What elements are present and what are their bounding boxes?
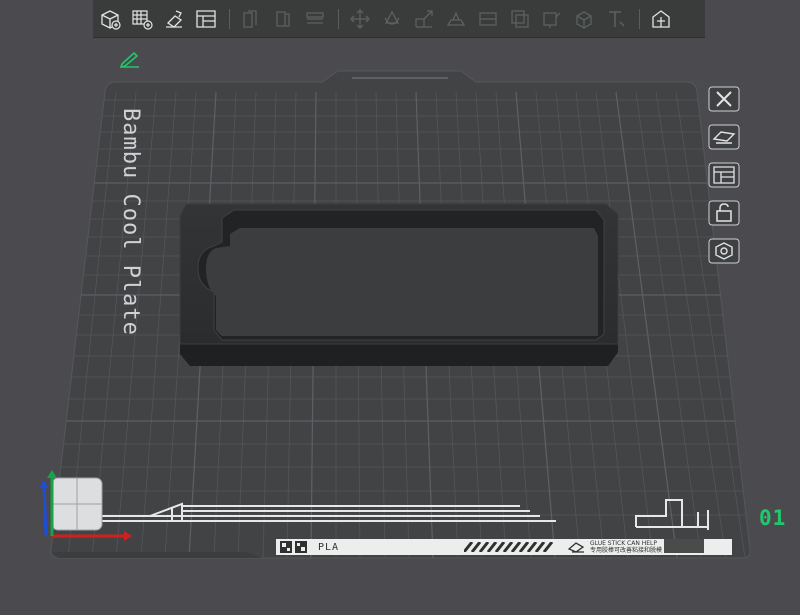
glue-stick-tip: GLUE STICK CAN HELP 专用胶棒可改善粘接和脱模 [590,540,662,554]
plate-settings-button[interactable] [708,124,740,150]
plate-settings-icon [708,124,740,150]
split-parts-icon [276,10,290,27]
lay-on-face-icon [446,10,466,26]
settings-hex-icon [708,238,740,264]
lock-plate-button[interactable] [708,200,740,226]
assembly-icon [652,9,670,28]
arrange-plate-icon [708,162,740,188]
add-object-button[interactable] [97,5,123,33]
move-button[interactable] [347,5,373,33]
boolean-icon [511,9,529,28]
toolbar-separator [338,8,339,29]
remove-plate-button[interactable] [708,86,740,112]
plate-side-toolbar [708,86,752,276]
rotate-button[interactable] [379,5,405,33]
toolbar-separator [229,8,230,29]
text-icon [609,10,625,27]
toolbar-separator [639,8,640,29]
move-icon [350,8,370,29]
boolean-button[interactable] [507,5,533,33]
support-paint-button[interactable] [539,5,565,33]
arrange-icon [196,9,216,28]
edit-plate-name-icon[interactable] [118,50,142,68]
scale-icon [415,9,433,28]
add-plate-button[interactable] [129,5,155,33]
layers-button[interactable] [302,5,328,33]
seam-paint-button[interactable] [571,5,597,33]
split-objects-button[interactable] [238,5,264,33]
auto-orient-button[interactable] [161,5,187,33]
add-object-icon [101,9,121,30]
plate-brand-label: Bambu Cool Plate [118,108,143,336]
hatch-pattern-icon [464,542,554,552]
plate-number[interactable]: 01 [759,506,786,530]
text-button[interactable] [603,5,629,33]
arrange-plate-button[interactable] [708,162,740,188]
model-frame [179,203,619,366]
seam-paint-icon [576,10,592,29]
cut-button[interactable] [475,5,501,33]
glue-stick-icon [567,542,585,553]
add-plate-icon [132,9,153,30]
layers-icon [306,11,324,24]
close-icon [708,86,740,112]
auto-orient-icon [166,9,183,28]
lay-on-face-button[interactable] [443,5,469,33]
arrange-button[interactable] [193,5,219,33]
glue-stick-tip-zh: 专用胶棒可改善粘接和脱模 [590,547,663,554]
split-objects-icon [243,9,257,28]
top-toolbar [93,0,705,38]
assembly-button[interactable] [648,5,674,33]
split-parts-button[interactable] [270,5,296,33]
plate-options-button[interactable] [708,238,740,264]
plate-footer-tab [664,539,704,553]
scale-button[interactable] [411,5,437,33]
glue-stick-tip-en: GLUE STICK CAN HELP [590,540,658,547]
qr-code-icon [280,541,307,553]
support-paint-icon [543,11,561,28]
cut-icon [479,11,497,26]
rotate-icon [384,10,400,25]
lock-icon [708,200,740,226]
material-label: PLA [318,541,340,553]
